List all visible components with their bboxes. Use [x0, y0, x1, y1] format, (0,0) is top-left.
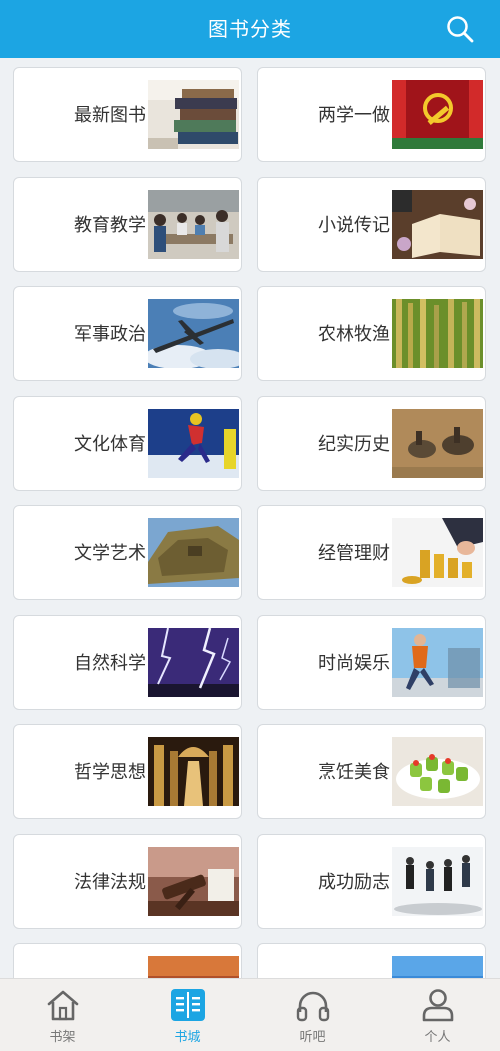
- category-card-success[interactable]: 成功励志: [257, 834, 486, 929]
- category-label: 成功励志: [318, 872, 390, 893]
- category-card-finance[interactable]: 经管理财: [257, 505, 486, 600]
- category-label: 自然科学: [74, 653, 146, 674]
- category-card-newest-books[interactable]: 最新图书: [13, 67, 242, 162]
- party-flag-image: [392, 80, 483, 149]
- home-icon: [45, 988, 81, 1022]
- category-card-fashion-entertainment[interactable]: 时尚娱乐: [257, 615, 486, 710]
- category-label: 农林牧渔: [318, 324, 390, 345]
- library-hall-image: [148, 737, 239, 806]
- classroom-image: [148, 190, 239, 259]
- skater-image: [148, 409, 239, 478]
- sky-image: [392, 956, 483, 978]
- category-card-literature-art[interactable]: 文学艺术: [13, 505, 242, 600]
- book-stack-image: [148, 80, 239, 149]
- businesspeople-image: [392, 847, 483, 916]
- category-label: 最新图书: [74, 105, 146, 126]
- category-card-cooking[interactable]: 烹饪美食: [257, 724, 486, 819]
- category-card-documentary-history[interactable]: 纪实历史: [257, 396, 486, 491]
- tab-bookstore[interactable]: 书城: [125, 979, 250, 1051]
- search-icon[interactable]: [446, 15, 474, 43]
- tab-label: 听吧: [299, 1030, 326, 1045]
- category-card-law[interactable]: 法律法规: [13, 834, 242, 929]
- gold-coins-image: [392, 518, 483, 587]
- category-label: 时尚娱乐: [318, 653, 390, 674]
- category-card-education[interactable]: 教育教学: [13, 177, 242, 272]
- category-label: 哲学思想: [74, 762, 146, 783]
- category-label: [258, 944, 390, 978]
- category-label: 军事政治: [74, 324, 146, 345]
- tab-profile[interactable]: 个人: [375, 979, 500, 1051]
- category-grid: 最新图书 两学一做 教育教学 小说传记 军事政治 农林牧渔 文化体育 纪实历史 …: [0, 58, 500, 978]
- category-label: 经管理财: [318, 543, 390, 564]
- sunset-image: [148, 956, 239, 978]
- category-label: 文化体育: [74, 434, 146, 455]
- bottom-tab-bar: 书架 书城 听吧 个人: [0, 978, 500, 1051]
- jumping-man-image: [392, 628, 483, 697]
- category-label: [14, 944, 146, 978]
- tab-bookshelf[interactable]: 书架: [0, 979, 125, 1051]
- category-card-two-studies[interactable]: 两学一做: [257, 67, 486, 162]
- gavel-image: [148, 847, 239, 916]
- rice-field-image: [392, 299, 483, 368]
- category-label: 两学一做: [318, 105, 390, 126]
- category-card-philosophy[interactable]: 哲学思想: [13, 724, 242, 819]
- category-card-agriculture[interactable]: 农林牧渔: [257, 286, 486, 381]
- category-label: 法律法规: [74, 872, 146, 893]
- category-label: 文学艺术: [74, 543, 146, 564]
- category-card-natural-science[interactable]: 自然科学: [13, 615, 242, 710]
- aircraft-image: [148, 299, 239, 368]
- headphones-icon: [295, 988, 331, 1022]
- category-card-culture-sports[interactable]: 文化体育: [13, 396, 242, 491]
- lightning-image: [148, 628, 239, 697]
- category-card-partial-left[interactable]: [13, 943, 242, 978]
- open-book-image: [392, 190, 483, 259]
- tab-label: 书架: [49, 1030, 76, 1045]
- tab-label: 个人: [424, 1030, 451, 1045]
- category-label: 纪实历史: [318, 434, 390, 455]
- app-header: 图书分类: [0, 0, 500, 58]
- tab-label: 书城: [174, 1030, 201, 1045]
- sculpture-image: [148, 518, 239, 587]
- category-card-military[interactable]: 军事政治: [13, 286, 242, 381]
- page-title: 图书分类: [208, 17, 292, 41]
- category-card-novels[interactable]: 小说传记: [257, 177, 486, 272]
- category-card-partial-right[interactable]: [257, 943, 486, 978]
- category-label: 烹饪美食: [318, 762, 390, 783]
- ancient-painting-image: [392, 409, 483, 478]
- category-label: 小说传记: [318, 215, 390, 236]
- dish-image: [392, 737, 483, 806]
- person-icon: [420, 988, 456, 1022]
- book-city-icon: [170, 988, 206, 1022]
- tab-listen[interactable]: 听吧: [250, 979, 375, 1051]
- category-label: 教育教学: [74, 215, 146, 236]
